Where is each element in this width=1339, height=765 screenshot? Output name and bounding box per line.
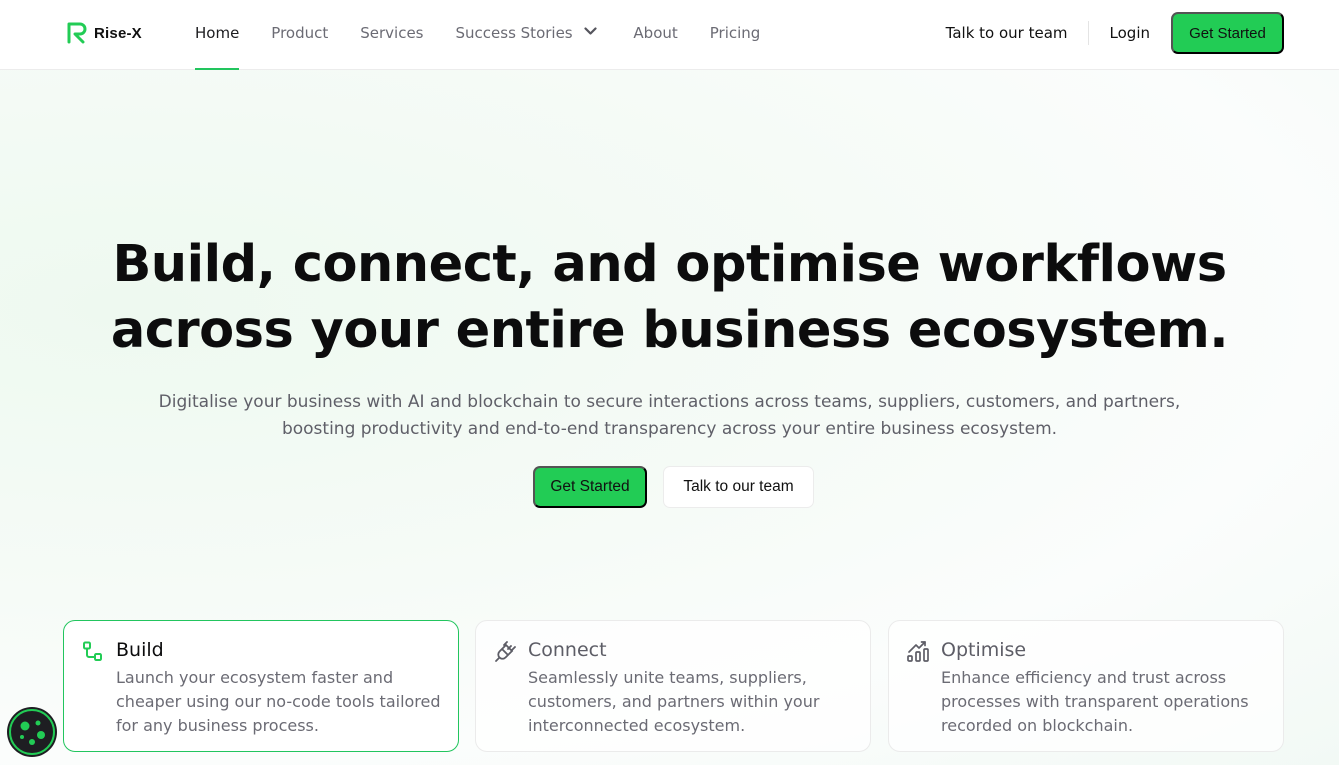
feature-card-connect[interactable]: Connect Seamlessly unite teams, supplier… (475, 620, 871, 752)
nav-actions: Talk to our team Login Get Started (946, 12, 1284, 54)
feature-card-optimise[interactable]: Optimise Enhance efficiency and trust ac… (888, 620, 1284, 752)
nav-services[interactable]: Services (360, 0, 423, 70)
feature-description: Enhance efficiency and trust across proc… (941, 668, 1249, 735)
feature-title: Optimise (941, 639, 1027, 661)
hero-subtitle-line-2: boosting productivity and end-to-end tra… (281, 419, 1058, 439)
talk-to-team-link[interactable]: Talk to our team (946, 24, 1088, 42)
main-nav: Home Product Services Success Stories Ab… (195, 0, 760, 70)
floating-widget-button[interactable] (9, 709, 55, 755)
plug-icon (495, 641, 516, 662)
get-started-hero-button[interactable]: Get Started (533, 466, 647, 508)
nav-success-stories-label: Success Stories (455, 24, 573, 42)
chevron-down-icon (584, 27, 598, 35)
hero-title: Build, connect, and optimise workflows a… (0, 232, 1339, 364)
hero-title-line-2: across your entire business ecosystem. (110, 301, 1229, 360)
feature-title: Connect (528, 639, 607, 661)
brand-name: Rise-X (94, 24, 142, 42)
nav-about[interactable]: About (633, 0, 677, 70)
chart-growth-icon (907, 641, 929, 662)
hero-subtitle-line-1: Digitalise your business with AI and blo… (158, 392, 1181, 412)
hero-actions: Get Started Talk to our team (533, 466, 814, 508)
feature-description: Seamlessly unite teams, suppliers, custo… (528, 668, 820, 735)
get-started-nav-button[interactable]: Get Started (1171, 12, 1284, 54)
feature-description: Launch your ecosystem faster and cheaper… (116, 668, 441, 735)
brand-logo[interactable]: Rise-X (66, 21, 142, 45)
hero-subtitle: Digitalise your business with AI and blo… (0, 389, 1339, 443)
nav-home[interactable]: Home (195, 0, 240, 70)
rise-x-logo-icon (67, 22, 87, 44)
nav-pricing[interactable]: Pricing (710, 0, 761, 70)
workflow-icon (83, 641, 102, 661)
nav-divider (1087, 21, 1089, 45)
top-navbar: Rise-X Home Product Services Success Sto… (0, 0, 1339, 70)
hero-title-line-1: Build, connect, and optimise workflows (112, 235, 1227, 294)
nav-product[interactable]: Product (271, 0, 328, 70)
talk-to-team-hero-button[interactable]: Talk to our team (663, 466, 814, 508)
nav-success-stories[interactable]: Success Stories (456, 0, 598, 70)
login-link[interactable]: Login (1110, 24, 1150, 42)
feature-card-build[interactable]: Build Launch your ecosystem faster and c… (63, 620, 459, 752)
feature-title: Build (116, 639, 164, 661)
cookie-icon (20, 720, 45, 745)
